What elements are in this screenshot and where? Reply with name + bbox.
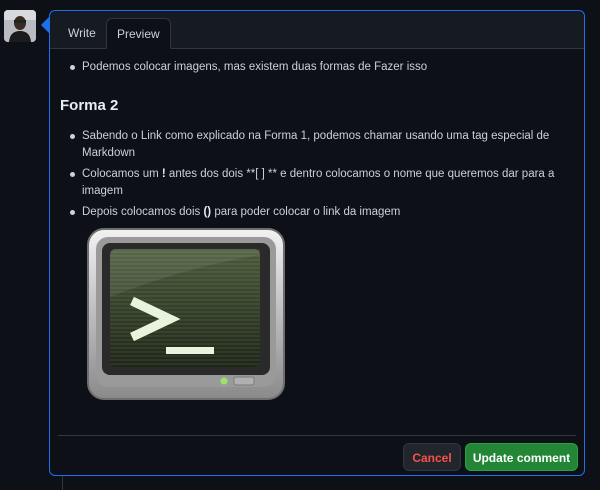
list-item: Depois colocamos dois () para poder colo… bbox=[70, 204, 570, 221]
steps-list: Sabendo o Link como explicado na Forma 1… bbox=[60, 128, 570, 221]
comment-pointer bbox=[41, 17, 49, 33]
preview-heading: Forma 2 bbox=[60, 97, 119, 114]
update-comment-button[interactable]: Update comment bbox=[465, 443, 578, 471]
editor-tabbar: Write Preview bbox=[50, 11, 584, 49]
list-item: Podemos colocar imagens, mas existem dua… bbox=[70, 59, 570, 76]
footer-divider bbox=[58, 435, 576, 436]
list-item-text: Depois colocamos dois bbox=[82, 206, 204, 218]
terminal-icon bbox=[87, 228, 285, 400]
intro-list: Podemos colocar imagens, mas existem dua… bbox=[60, 59, 570, 76]
list-item: Colocamos um ! antes dos dois **[ ] ** e… bbox=[70, 166, 570, 200]
markdown-preview: Podemos colocar imagens, mas existem dua… bbox=[60, 59, 570, 225]
list-item-text: Sabendo o Link como explicado na Forma 1… bbox=[82, 130, 550, 159]
avatar[interactable] bbox=[4, 10, 36, 42]
list-item-bold: () bbox=[203, 206, 212, 218]
comment-editor: Write Preview Podemos colocar imagens, m… bbox=[49, 10, 585, 476]
list-item-text: Colocamos um bbox=[82, 168, 162, 180]
user-avatar-image bbox=[4, 10, 36, 42]
tab-write[interactable]: Write bbox=[58, 18, 106, 48]
tab-preview[interactable]: Preview bbox=[106, 18, 171, 49]
cancel-button[interactable]: Cancel bbox=[403, 443, 461, 471]
list-item: Sabendo o Link como explicado na Forma 1… bbox=[70, 128, 570, 162]
list-item-text: para poder colocar o link da imagem bbox=[211, 206, 401, 218]
